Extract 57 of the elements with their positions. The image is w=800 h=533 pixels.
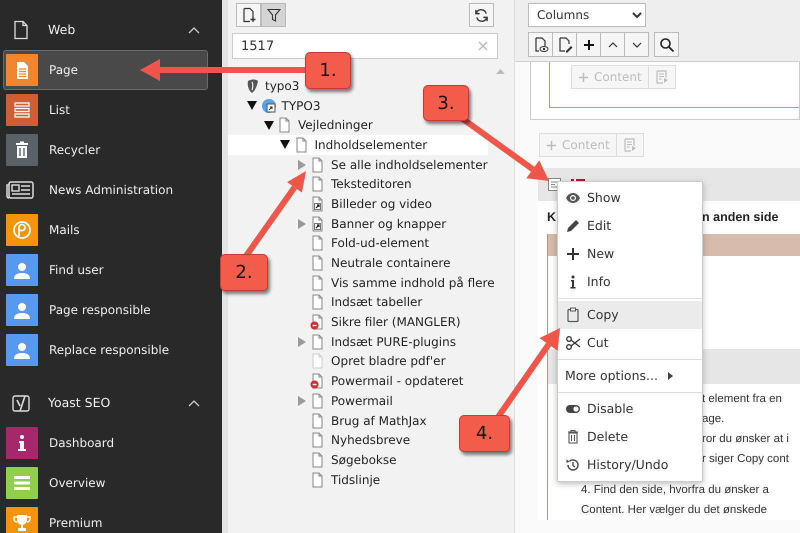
menu-item[interactable]: Copy [558,301,702,329]
tree-node[interactable]: Indholdselementer [228,135,488,155]
heading-text: n anden side [702,209,778,226]
step-callout: 2. [220,254,268,291]
menu-item[interactable]: Delete [558,423,702,451]
sidebar-item[interactable]: Mails [3,210,208,250]
tree-node[interactable]: Vejledninger [298,116,373,134]
tree-node[interactable]: Indsæt PURE-plugins [331,332,456,351]
text-line: Content. Her vælger du det ønskede [581,503,768,518]
step-callout: 3. [423,85,469,121]
sidebar-item[interactable]: Replace responsible [3,330,208,370]
module-group-header[interactable]: Yoast SEO [0,383,222,423]
tree-node[interactable]: Neutrale containere [331,254,450,272]
tree-node[interactable]: TYPO3 [282,96,320,115]
tree-node[interactable]: Billeder og video [331,194,432,213]
tree-node[interactable]: Søgebokse [331,450,397,469]
sidebar-item[interactable]: List [3,90,208,130]
text-line: age. [702,413,724,425]
tree-node[interactable]: Vis samme indhold på flere [331,274,495,292]
menu-item[interactable]: Disable [558,395,702,423]
sidebar-item[interactable]: Premium [3,503,208,533]
sidebar-item[interactable]: Dashboard [3,423,208,463]
tree-node[interactable]: Se alle indholdselementer [331,156,488,174]
tree-node[interactable]: Brug af MathJax [331,412,427,430]
text-line: ror du ønsker at i [702,433,789,445]
menu-item[interactable]: Show [558,184,702,212]
sidebar-item[interactable]: News Administration [3,170,208,210]
tree-node[interactable]: Nyhedsbreve [331,431,410,450]
tree-node[interactable]: Fold-ud-element [331,234,430,252]
step-callout: 4. [459,415,510,452]
sidebar-item[interactable]: Recycler [3,130,208,170]
sidebar-item[interactable]: Page [3,50,208,90]
sidebar-item[interactable]: Find user [3,250,208,290]
tree-node[interactable]: Teksteditoren [331,175,412,194]
menu-item[interactable]: History/Undo [558,451,702,479]
menu-item[interactable]: Info [558,268,702,296]
tree-node[interactable]: typo3 [265,76,300,95]
tree-node[interactable]: Tidslinje [331,470,380,489]
sidebar-item[interactable]: Page responsible [3,290,208,330]
menu-item[interactable]: Edit [558,212,702,240]
tree-node[interactable]: Indsæt tabeller [331,293,422,312]
menu-item[interactable]: Cut [558,329,702,357]
step-callout: 1. [305,52,351,89]
module-group-header[interactable]: Web [0,10,222,50]
tree-node[interactable]: Powermail [331,392,393,410]
filter-field[interactable]: 1517 [232,33,498,59]
text-line: r siger Copy cont [702,453,789,465]
heading-text: K [547,209,556,226]
tree-node[interactable]: Powermail - opdateret [331,372,464,390]
view-select[interactable]: Columns [528,3,646,27]
tree-node[interactable]: Opret bladre pdf'er [331,352,446,370]
sidebar-item[interactable]: Overview [3,463,208,503]
menu-item[interactable]: More options... [558,362,702,390]
menu-item[interactable]: New [558,240,702,268]
tree-node[interactable]: Banner og knapper [331,214,446,233]
tree-node[interactable]: Sikre filer (MANGLER) [331,313,461,332]
text-line: 4. Find den side, hvorfra du ønsker a [581,483,769,498]
